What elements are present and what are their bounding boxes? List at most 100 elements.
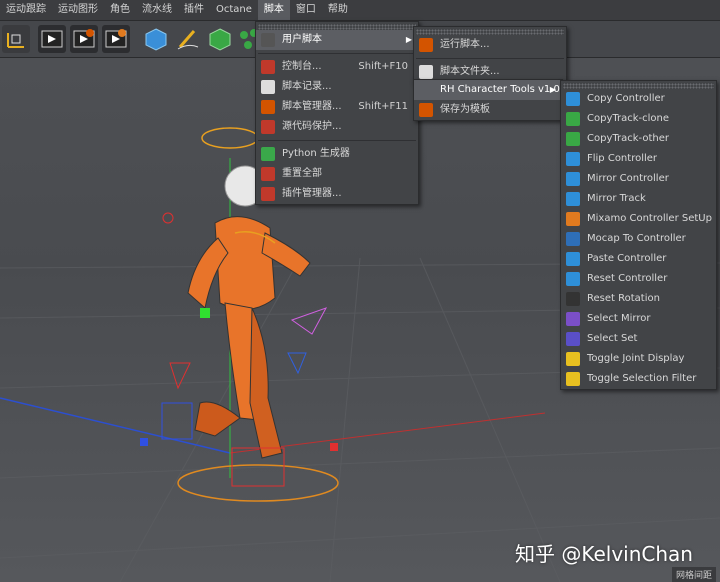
menu-item-label: 源代码保护...: [282, 121, 342, 132]
menu-item[interactable]: Select Set: [561, 329, 716, 349]
render-settings-icon[interactable]: [102, 25, 130, 53]
menu-item-icon: [261, 33, 275, 47]
menu-item-icon: [261, 147, 275, 161]
menu-item[interactable]: Paste Controller: [561, 249, 716, 269]
cube-icon[interactable]: [142, 25, 170, 53]
menu-item-icon: [261, 60, 275, 74]
menu-item-shortcut: Shift+F11: [358, 101, 408, 112]
menu-item[interactable]: Copy Controller: [561, 89, 716, 109]
coordinate-tool-icon[interactable]: [2, 25, 30, 53]
menu-item[interactable]: Mixamo Controller SetUp: [561, 209, 716, 229]
menu-item[interactable]: 重置全部: [256, 164, 418, 184]
menu-item-label: Mirror Track: [587, 193, 646, 204]
menu-item-icon: [419, 83, 433, 97]
menu-item-icon: [566, 352, 580, 366]
menu-item-label: CopyTrack-clone: [587, 113, 670, 124]
menu-item[interactable]: Python 生成器: [256, 144, 418, 164]
menu-item[interactable]: Reset Controller: [561, 269, 716, 289]
menu-item[interactable]: 脚本记录...: [256, 77, 418, 97]
menu-item-label: Mixamo Controller SetUp: [587, 213, 712, 224]
menu-item-icon: [566, 192, 580, 206]
menu-item-icon: [566, 132, 580, 146]
menu-item[interactable]: 保存为模板: [414, 100, 562, 120]
menu-item[interactable]: CopyTrack-other: [561, 129, 716, 149]
menubar-item[interactable]: 插件: [178, 0, 210, 20]
menubar-item[interactable]: 流水线: [136, 0, 178, 20]
menu-item-label: 运行脚本...: [440, 39, 490, 50]
menu-item[interactable]: Toggle Joint Display: [561, 349, 716, 369]
menu-item-icon: [566, 152, 580, 166]
menu-item[interactable]: Select Mirror: [561, 309, 716, 329]
menu-item[interactable]: 用户脚本 ▶: [256, 30, 418, 50]
menu-separator: [258, 53, 416, 54]
render-active-icon[interactable]: [70, 25, 98, 53]
menu-item[interactable]: Mirror Controller: [561, 169, 716, 189]
menu-item[interactable]: Flip Controller: [561, 149, 716, 169]
menu-item-icon: [261, 100, 275, 114]
script-menu: 用户脚本 ▶ 控制台... Shift+F10 脚本记录... 脚本管理器... Shift…: [255, 21, 419, 205]
menu-item-icon: [566, 92, 580, 106]
watermark: 知乎 @KelvinChan: [515, 542, 693, 566]
menu-item[interactable]: Toggle Selection Filter: [561, 369, 716, 389]
menu-item-label: Select Set: [587, 333, 638, 344]
menu-item-icon: [261, 187, 275, 201]
subdivision-icon[interactable]: [206, 25, 234, 53]
menu-item[interactable]: 源代码保护...: [256, 117, 418, 137]
menu-item-icon: [566, 372, 580, 386]
menubar-item[interactable]: 帮助: [322, 0, 354, 20]
submenu-arrow-icon: ▶: [549, 85, 556, 94]
menu-item[interactable]: 运行脚本...: [414, 35, 566, 55]
menu-item-label: Flip Controller: [587, 153, 658, 164]
menu-item-icon: [261, 80, 275, 94]
menu-item-icon: [566, 212, 580, 226]
menu-item-label: Reset Rotation: [587, 293, 660, 304]
menu-item-label: Toggle Joint Display: [587, 353, 685, 364]
rh-submenu: RH Character Tools v1.03 ▶ 保存为模板: [413, 79, 566, 121]
menu-item-label: Toggle Selection Filter: [587, 373, 697, 384]
menu-item-label: 保存为模板: [440, 104, 490, 115]
menu-item-icon: [566, 332, 580, 346]
menu-item-label: Paste Controller: [587, 253, 667, 264]
menu-item[interactable]: CopyTrack-clone: [561, 109, 716, 129]
menu-item[interactable]: 脚本管理器... Shift+F11: [256, 97, 418, 117]
menu-item-label: RH Character Tools v1.03: [440, 84, 567, 95]
menu-item-icon: [419, 103, 433, 117]
rh-character-tools-submenu: Copy Controller CopyTrack-clone CopyTrack-…: [560, 80, 717, 390]
render-view-icon[interactable]: [38, 25, 66, 53]
menu-item-icon: [261, 167, 275, 181]
menu-item-label: Mirror Controller: [587, 173, 669, 184]
menu-item-icon: [419, 65, 433, 79]
menu-item-label: 控制台...: [282, 61, 322, 72]
menu-item-label: 重置全部: [282, 168, 322, 179]
menubar-item[interactable]: 运动图形: [52, 0, 104, 20]
menu-item-label: Python 生成器: [282, 148, 350, 159]
menu-item[interactable]: Mirror Track: [561, 189, 716, 209]
menu-item[interactable]: RH Character Tools v1.03 ▶: [414, 80, 566, 100]
menu-item-label: 脚本文件夹...: [440, 66, 500, 77]
menu-item[interactable]: 插件管理器...: [256, 184, 418, 204]
menubar-item[interactable]: 窗口: [290, 0, 322, 20]
menu-item-label: Copy Controller: [587, 93, 665, 104]
menu-item-icon: [566, 232, 580, 246]
menu-item-label: 脚本记录...: [282, 81, 332, 92]
menu-item[interactable]: Mocap To Controller: [561, 229, 716, 249]
menu-separator: [258, 140, 416, 141]
menu-item-label: Reset Controller: [587, 273, 668, 284]
menu-item[interactable]: Reset Rotation: [561, 289, 716, 309]
menubar-item[interactable]: 角色: [104, 0, 136, 20]
submenu-arrow-icon: ▶: [405, 35, 412, 44]
menu-item-icon: [566, 252, 580, 266]
menubar-item[interactable]: 运动跟踪: [0, 0, 52, 20]
menu-item-icon: [566, 172, 580, 186]
menu-item[interactable]: 控制台... Shift+F10: [256, 57, 418, 77]
menu-item-icon: [566, 112, 580, 126]
menubar-item[interactable]: Octane: [210, 0, 258, 20]
grid-spacing-label: 网格间距: [671, 567, 716, 582]
menu-item-icon: [419, 38, 433, 52]
menubar: 运动跟踪 运动图形 角色 流水线 插件 Octane 脚本 窗口 帮助: [0, 0, 720, 21]
menu-item-label: Mocap To Controller: [587, 233, 686, 244]
pen-tool-icon[interactable]: [174, 25, 202, 53]
menubar-item[interactable]: 脚本: [257, 0, 290, 20]
menu-item-icon: [566, 312, 580, 326]
menu-item-shortcut: Shift+F10: [358, 61, 408, 72]
